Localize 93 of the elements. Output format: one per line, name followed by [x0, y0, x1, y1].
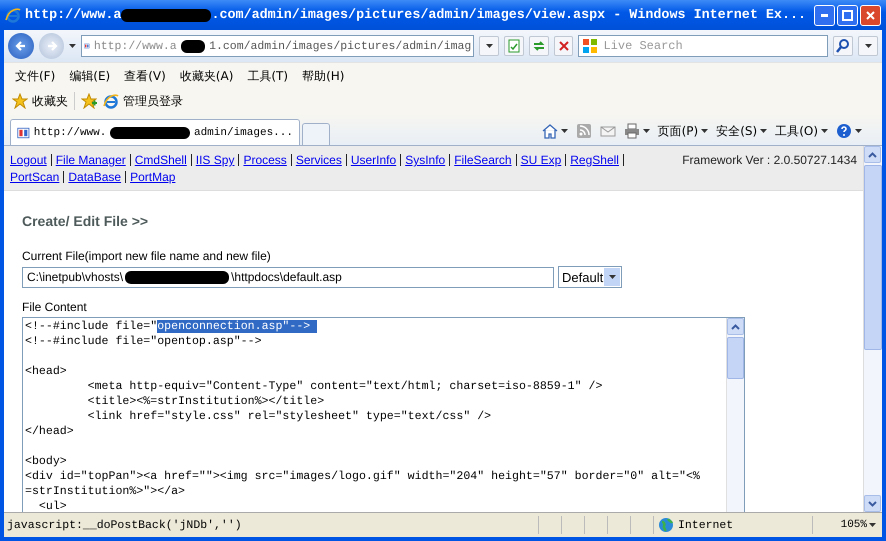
nav-link[interactable]: File Manager: [56, 153, 126, 167]
close-icon: [864, 8, 877, 22]
code-line: <title><%=strInstitution%></title>: [86, 394, 326, 409]
zoom-button[interactable]: 105%: [812, 516, 882, 534]
address-field[interactable]: http://www.a 1.com/admin/images/pictures/admin/imag: [81, 35, 474, 57]
code-line: <div id="topPan"><a href=""><img src="images/logo.gif" width="204" height="57" border="0" alt="<%: [25, 469, 701, 484]
code-line: <ul>: [38, 499, 68, 512]
dropdown-arrow-icon: [560, 129, 568, 133]
help-icon: [836, 123, 852, 139]
nav-link[interactable]: FileSearch: [454, 153, 512, 167]
search-button[interactable]: [833, 36, 854, 56]
code-line: <!--#include file="openconnection.asp"-->: [25, 319, 724, 334]
dropdown-arrow-icon: [821, 129, 828, 133]
code-line: </head>: [25, 424, 75, 439]
dropdown-arrow-icon: [486, 44, 493, 48]
menu-item[interactable]: 查看(V): [119, 66, 171, 86]
help-button[interactable]: [836, 123, 862, 139]
back-button[interactable]: [8, 33, 34, 59]
dropdown-arrow-icon: [642, 129, 650, 133]
ie-logo-icon: [103, 93, 119, 109]
nav-link[interactable]: CmdShell: [134, 153, 187, 167]
menu-item[interactable]: 收藏夹(A): [174, 66, 238, 86]
nav-link[interactable]: SU Exp: [520, 153, 562, 167]
favorites-button[interactable]: 收藏夹: [12, 92, 68, 110]
address-dropdown-button[interactable]: [479, 36, 500, 56]
file-path-field[interactable]: C:\inetpub\vhosts\ \httpdocs\default.asp: [22, 266, 554, 288]
add-favorite-icon: [81, 93, 97, 109]
code-line: <meta http-equiv="Content-Type" content="text/html; charset=iso-8859-1" />: [86, 379, 604, 394]
scrollbar-thumb[interactable]: [864, 165, 882, 350]
scroll-up-button[interactable]: [864, 146, 881, 163]
code-line: <link href="style.css" rel="stylesheet" type="text/css" />: [86, 409, 492, 424]
nav-link[interactable]: RegShell: [570, 153, 619, 167]
search-options-button[interactable]: [858, 36, 878, 56]
security-zone: Internet: [678, 518, 734, 532]
nav-link[interactable]: PortScan: [10, 170, 60, 184]
encoding-select[interactable]: Default: [558, 266, 622, 288]
menu-item[interactable]: 帮助(H): [297, 66, 350, 86]
menu-item[interactable]: 文件(F): [10, 66, 60, 86]
framework-version: Framework Ver : 2.0.50727.1434: [682, 153, 857, 169]
compatibility-button[interactable]: [504, 36, 524, 56]
nav-link[interactable]: SysInfo: [405, 153, 446, 167]
code-line: =strInstitution%>"></a>: [25, 484, 186, 499]
scroll-down-button[interactable]: [864, 495, 881, 512]
command-menu[interactable]: 页面(P): [658, 122, 708, 140]
nav-link[interactable]: PortMap: [130, 170, 176, 184]
home-button[interactable]: [542, 123, 568, 139]
printer-icon: [624, 123, 640, 139]
code-line: <head>: [25, 364, 68, 379]
nav-link[interactable]: IIS Spy: [196, 153, 234, 167]
section-heading: Create/ Edit File >>: [22, 213, 150, 229]
dropdown-arrow-icon: [855, 129, 862, 133]
scroll-up-button[interactable]: [727, 318, 744, 335]
scrollbar-thumb[interactable]: [727, 337, 744, 379]
refresh-button[interactable]: [528, 36, 549, 56]
feed-icon: [576, 123, 592, 139]
menu-item[interactable]: 编辑(E): [64, 66, 116, 86]
dropdown-arrow-icon: [869, 523, 876, 527]
close-button[interactable]: [860, 4, 881, 26]
dropdown-arrow-icon: [608, 275, 616, 279]
command-menu[interactable]: 工具(O): [775, 122, 828, 140]
star-icon: [12, 93, 28, 109]
nav-link[interactable]: Logout: [10, 153, 47, 167]
maximize-icon: [841, 8, 854, 22]
field-label: Current File(import new file name and new file): [22, 249, 272, 263]
history-dropdown-icon: [69, 44, 76, 48]
stop-button[interactable]: [554, 36, 574, 56]
minimize-icon: [821, 14, 828, 16]
window-title: http://www.a .com/admin/images/pictures/admin/images/view.aspx - Windows Internet Ex...: [25, 8, 808, 22]
search-icon: [835, 38, 852, 54]
search-field[interactable]: Live Search: [578, 35, 828, 57]
maximize-button[interactable]: [837, 4, 858, 26]
nav-link[interactable]: DataBase: [68, 170, 122, 184]
minimize-button[interactable]: [814, 4, 835, 26]
field-label: File Content: [22, 300, 88, 314]
code-line: <!--#include file="opentop.asp"-->: [25, 334, 263, 349]
code-line: <body>: [25, 454, 68, 469]
nav-link[interactable]: Process: [243, 153, 287, 167]
menu-item[interactable]: 工具(T): [242, 66, 294, 86]
status-text: javascript:__doPostBack('jNDb',''): [6, 518, 243, 532]
ie-logo-icon: [5, 7, 21, 23]
home-icon: [542, 123, 558, 139]
command-menu[interactable]: 安全(S): [716, 122, 768, 140]
browser-tab[interactable]: http://www. admin/images...: [10, 119, 300, 145]
favorite-link[interactable]: 管理员登录: [103, 92, 183, 110]
page-check-icon: [506, 38, 522, 54]
dropdown-arrow-icon: [701, 129, 708, 133]
dropdown-arrow-icon: [760, 129, 768, 133]
windows-logo-icon: [582, 38, 598, 54]
globe-icon: [658, 517, 674, 533]
print-button[interactable]: [624, 123, 650, 139]
nav-link[interactable]: UserInfo: [350, 153, 396, 167]
nav-link[interactable]: Services: [296, 153, 342, 167]
dropdown-arrow-icon: [864, 44, 872, 48]
